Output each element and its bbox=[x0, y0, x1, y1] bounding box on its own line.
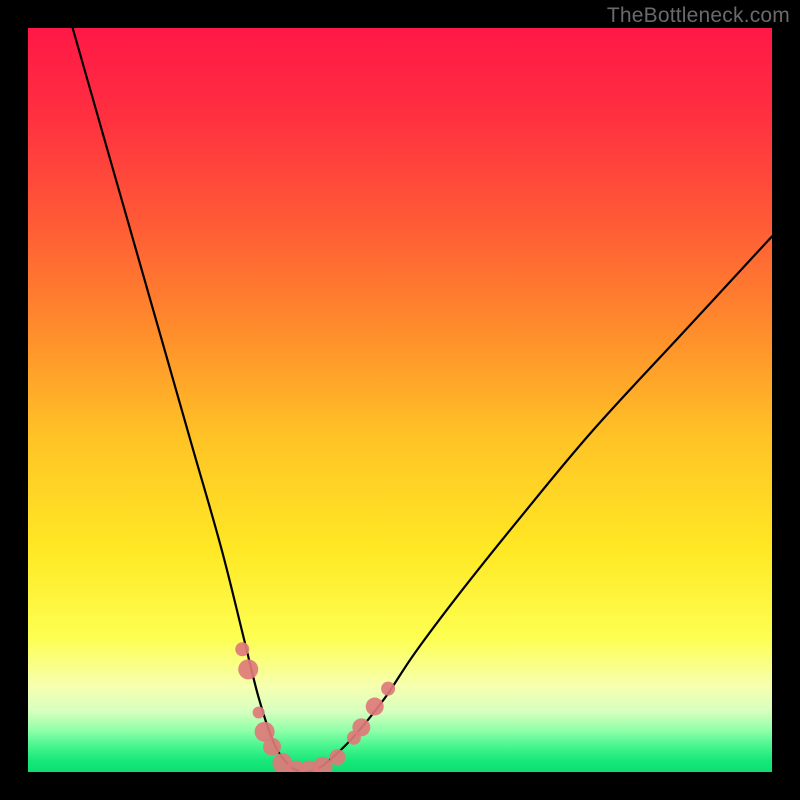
plot-area bbox=[28, 28, 772, 772]
chart-svg bbox=[28, 28, 772, 772]
sweet-spot-marker bbox=[238, 659, 258, 679]
sweet-spot-marker bbox=[253, 706, 265, 718]
bottleneck-curve bbox=[73, 28, 772, 772]
sweet-spot-marker bbox=[330, 749, 346, 765]
sweet-spot-marker bbox=[235, 642, 249, 656]
watermark-text: TheBottleneck.com bbox=[607, 4, 790, 28]
sweet-spot-marker bbox=[352, 718, 370, 736]
sweet-spot-marker bbox=[263, 738, 281, 756]
sweet-spot-marker bbox=[381, 682, 395, 696]
outer-frame: TheBottleneck.com bbox=[0, 0, 800, 800]
sweet-spot-markers bbox=[235, 642, 395, 772]
sweet-spot-marker bbox=[366, 698, 384, 716]
